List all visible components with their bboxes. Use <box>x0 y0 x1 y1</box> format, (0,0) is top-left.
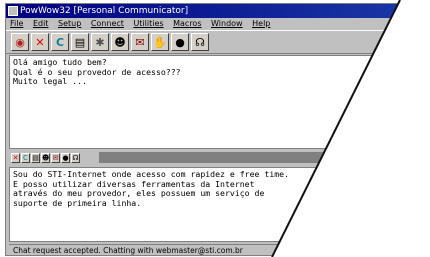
refresh-icon[interactable]: C <box>51 33 69 51</box>
title-bar[interactable]: PowWow32 [Personal Communicator] <box>6 4 422 18</box>
participant-bar: ✕ C ▤ ☻ ✉ ● ☊ Lucifuge <box>9 150 419 165</box>
outgoing-line: suporte de primeira linha. <box>13 197 142 208</box>
globe-icon[interactable]: ◉ <box>11 33 29 51</box>
menu-file[interactable]: File <box>10 19 23 28</box>
headphones-icon[interactable]: ☊ <box>71 152 80 163</box>
refresh-icon[interactable]: C <box>21 152 30 163</box>
chat-icon[interactable]: ● <box>61 152 70 163</box>
menu-connect[interactable]: Connect <box>91 19 124 28</box>
hand-icon[interactable]: ✋ <box>151 33 169 51</box>
document-icon[interactable]: ▤ <box>71 33 89 51</box>
outgoing-message-pane[interactable]: Sou do STI-Internet onde acesso com rapi… <box>9 167 419 242</box>
headphones-icon[interactable]: ☊ <box>191 33 209 51</box>
close-x-icon[interactable]: ✕ <box>11 152 20 163</box>
person-icon[interactable]: ☻ <box>41 152 50 163</box>
tools-icon[interactable]: ✱ <box>91 33 109 51</box>
toolbar: ◉ ✕ C ▤ ✱ ☻ ✉ ✋ ● ☊ <box>6 30 422 54</box>
menu-edit[interactable]: Edit <box>33 19 49 28</box>
close-x-icon[interactable]: ✕ <box>31 33 49 51</box>
menu-setup[interactable]: Setup <box>58 19 81 28</box>
system-menu-icon[interactable] <box>8 6 18 16</box>
incoming-message-pane[interactable]: Olá amigo tudo bem? Qual é o seu provedo… <box>9 55 419 149</box>
window-title: PowWow32 [Personal Communicator] <box>20 6 189 16</box>
participant-name-bar: Lucifuge <box>99 152 419 163</box>
menu-window[interactable]: Window <box>211 19 243 28</box>
person-icon[interactable]: ☻ <box>111 33 129 51</box>
document-icon[interactable]: ▤ <box>31 152 40 163</box>
status-text: Chat request accepted. Chatting with web… <box>13 246 243 255</box>
menu-help[interactable]: Help <box>252 19 270 28</box>
mail-icon[interactable]: ✉ <box>131 33 149 51</box>
mail-icon[interactable]: ✉ <box>51 152 60 163</box>
participant-name: Lucifuge <box>360 153 399 162</box>
app-window: PowWow32 [Personal Communicator] File Ed… <box>5 3 423 256</box>
status-bar: Chat request accepted. Chatting with web… <box>9 244 419 255</box>
menu-utilities[interactable]: Utilities <box>133 19 163 28</box>
chat-icon[interactable]: ● <box>171 33 189 51</box>
menu-bar: File Edit Setup Connect Utilities Macros… <box>6 18 422 30</box>
incoming-line: Muito legal ... <box>13 76 87 87</box>
menu-macros[interactable]: Macros <box>173 19 201 28</box>
